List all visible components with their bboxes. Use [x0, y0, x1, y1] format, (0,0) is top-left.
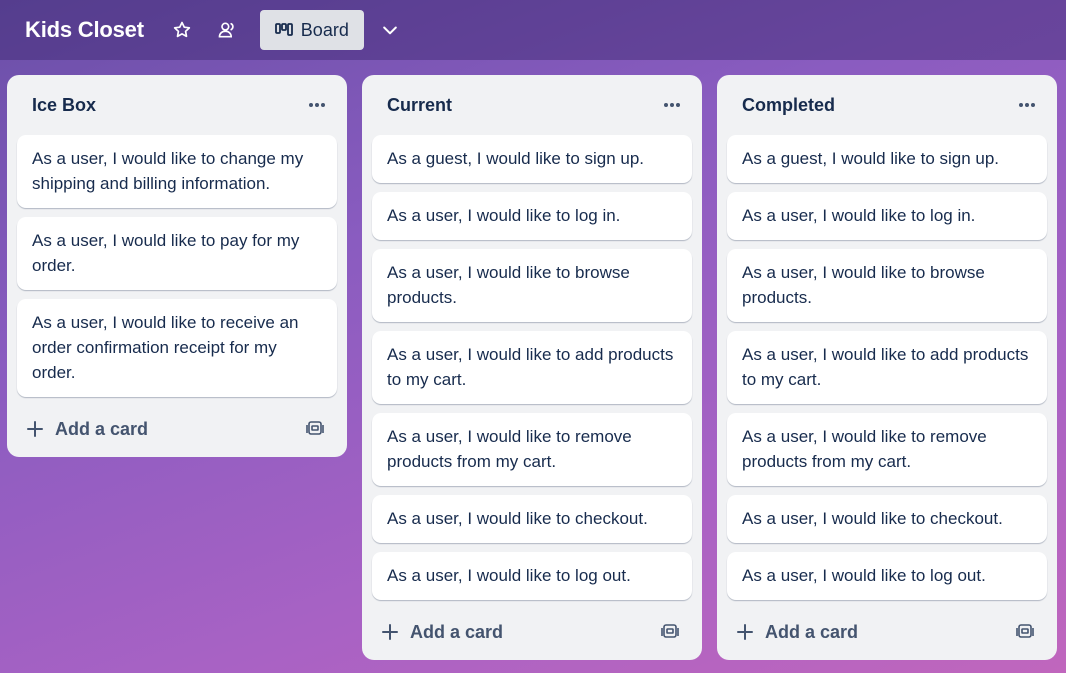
- people-icon: [218, 22, 234, 38]
- template-icon: [661, 624, 679, 638]
- add-card-button[interactable]: Add a card: [382, 622, 503, 643]
- card-list: As a guest, I would like to sign up. As …: [717, 135, 1057, 600]
- card[interactable]: As a user, I would like to log in.: [727, 192, 1047, 240]
- add-card-label: Add a card: [410, 621, 504, 642]
- board-view-button[interactable]: Board: [259, 10, 364, 50]
- board-header: Kids Closet Board: [0, 0, 1066, 60]
- list-title[interactable]: Completed: [742, 95, 835, 116]
- star-icon: [173, 21, 190, 38]
- list-header: Current: [362, 75, 702, 135]
- list-title[interactable]: Ice Box: [32, 95, 96, 116]
- list-header: Ice Box: [7, 75, 347, 135]
- card[interactable]: As a guest, I would like to sign up.: [372, 135, 692, 183]
- chevron-down-icon: [382, 26, 397, 35]
- add-card-button[interactable]: Add a card: [737, 622, 858, 643]
- card[interactable]: As a user, I would like to change my shi…: [17, 135, 337, 208]
- card[interactable]: As a user, I would like to checkout.: [727, 495, 1047, 543]
- create-from-template-button[interactable]: [1013, 620, 1037, 644]
- card[interactable]: As a user, I would like to pay for my or…: [17, 217, 337, 290]
- create-from-template-button[interactable]: [658, 620, 682, 644]
- card[interactable]: As a user, I would like to browse produc…: [372, 249, 692, 322]
- card[interactable]: As a user, I would like to browse produc…: [727, 249, 1047, 322]
- board-icon: [274, 23, 293, 36]
- list-header: Completed: [717, 75, 1057, 135]
- list-title[interactable]: Current: [387, 95, 452, 116]
- plus-icon: [382, 624, 398, 640]
- card[interactable]: As a user, I would like to log out.: [372, 552, 692, 600]
- list-ice-box: Ice Box As a user, I would like to chang…: [7, 75, 347, 457]
- star-button[interactable]: [166, 14, 198, 46]
- card[interactable]: As a guest, I would like to sign up.: [727, 135, 1047, 183]
- list-footer: Add a card: [7, 401, 347, 457]
- card[interactable]: As a user, I would like to checkout.: [372, 495, 692, 543]
- card[interactable]: As a user, I would like to add products …: [727, 331, 1047, 404]
- list-current: Current As a guest, I would like to sign…: [362, 75, 702, 660]
- add-card-label: Add a card: [55, 418, 149, 439]
- add-card-button[interactable]: Add a card: [27, 419, 148, 440]
- plus-icon: [27, 421, 43, 437]
- card-list: As a guest, I would like to sign up. As …: [362, 135, 702, 600]
- card[interactable]: As a user, I would like to remove produc…: [372, 413, 692, 486]
- views-dropdown-button[interactable]: [374, 14, 406, 46]
- more-icon: [1019, 103, 1035, 107]
- list-menu-button[interactable]: [1013, 91, 1041, 119]
- more-icon: [664, 103, 680, 107]
- card[interactable]: As a user, I would like to remove produc…: [727, 413, 1047, 486]
- card[interactable]: As a user, I would like to receive an or…: [17, 299, 337, 397]
- template-icon: [1016, 624, 1034, 638]
- card[interactable]: As a user, I would like to log in.: [372, 192, 692, 240]
- list-completed: Completed As a guest, I would like to si…: [717, 75, 1057, 660]
- card[interactable]: As a user, I would like to add products …: [372, 331, 692, 404]
- list-menu-button[interactable]: [303, 91, 331, 119]
- card[interactable]: As a user, I would like to log out.: [727, 552, 1047, 600]
- board-title[interactable]: Kids Closet: [25, 17, 144, 43]
- list-menu-button[interactable]: [658, 91, 686, 119]
- template-icon: [306, 421, 324, 435]
- card-list: As a user, I would like to change my shi…: [7, 135, 347, 397]
- add-card-label: Add a card: [765, 621, 859, 642]
- list-footer: Add a card: [362, 604, 702, 660]
- create-from-template-button[interactable]: [303, 417, 327, 441]
- list-footer: Add a card: [717, 604, 1057, 660]
- more-icon: [309, 103, 325, 107]
- board-view-label: Board: [300, 19, 349, 40]
- visibility-button[interactable]: [211, 14, 243, 46]
- plus-icon: [737, 624, 753, 640]
